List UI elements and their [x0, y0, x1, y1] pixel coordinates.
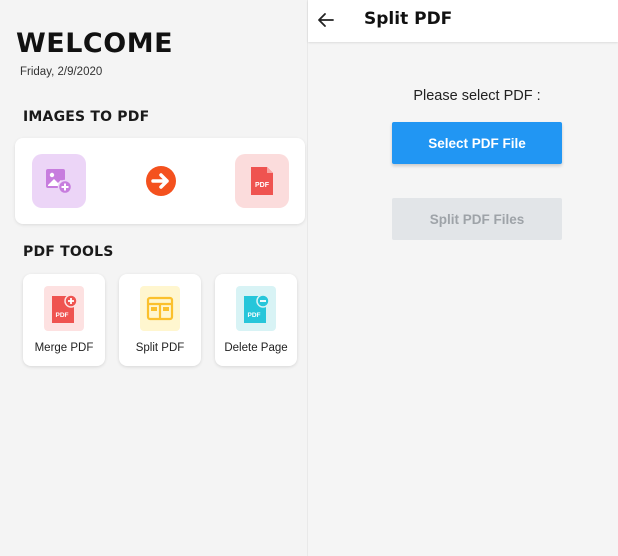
- images-to-pdf-title: IMAGES TO PDF: [23, 109, 150, 125]
- split-pdf-label: Split PDF: [135, 342, 185, 354]
- add-image-icon: [46, 169, 73, 195]
- delete-page-button[interactable]: PDF Delete Page: [215, 274, 297, 366]
- app-bar: Split PDF: [308, 0, 618, 42]
- pdf-output-tile[interactable]: PDF: [235, 154, 289, 208]
- delete-page-badge: PDF: [248, 312, 261, 319]
- split-pdf-icon: [146, 296, 174, 320]
- arrow-right-icon: [146, 166, 176, 196]
- delete-page-tile: PDF: [236, 286, 276, 331]
- screen-title: Split PDF: [364, 9, 453, 29]
- delete-page-icon: PDF: [244, 293, 270, 323]
- split-pdf-button[interactable]: Split PDF: [119, 274, 201, 366]
- select-pdf-file-button[interactable]: Select PDF File: [392, 122, 562, 164]
- date-label: Friday, 2/9/2020: [20, 66, 103, 78]
- add-image-tile[interactable]: [32, 154, 86, 208]
- back-arrow-icon[interactable]: [316, 10, 336, 30]
- merge-pdf-button[interactable]: PDF Merge PDF: [23, 274, 105, 366]
- merge-pdf-tile: PDF: [44, 286, 84, 331]
- split-pdf-tile: [140, 286, 180, 331]
- split-pdf-screen: Split PDF Please select PDF : Select PDF…: [308, 0, 618, 556]
- delete-page-label: Delete Page: [224, 342, 288, 354]
- split-pdf-files-button[interactable]: Split PDF Files: [392, 198, 562, 240]
- select-prompt: Please select PDF :: [413, 88, 541, 104]
- home-screen: WELCOME Friday, 2/9/2020 IMAGES TO PDF P…: [0, 0, 308, 556]
- pdf-badge-text: PDF: [255, 182, 270, 189]
- merge-pdf-badge: PDF: [56, 312, 69, 319]
- pdf-tools-title: PDF TOOLS: [23, 244, 114, 260]
- merge-pdf-icon: PDF: [52, 293, 78, 323]
- images-to-pdf-card[interactable]: PDF: [15, 138, 305, 224]
- welcome-title: WELCOME: [16, 28, 174, 59]
- merge-pdf-label: Merge PDF: [34, 342, 94, 354]
- pdf-file-icon: PDF: [251, 167, 273, 195]
